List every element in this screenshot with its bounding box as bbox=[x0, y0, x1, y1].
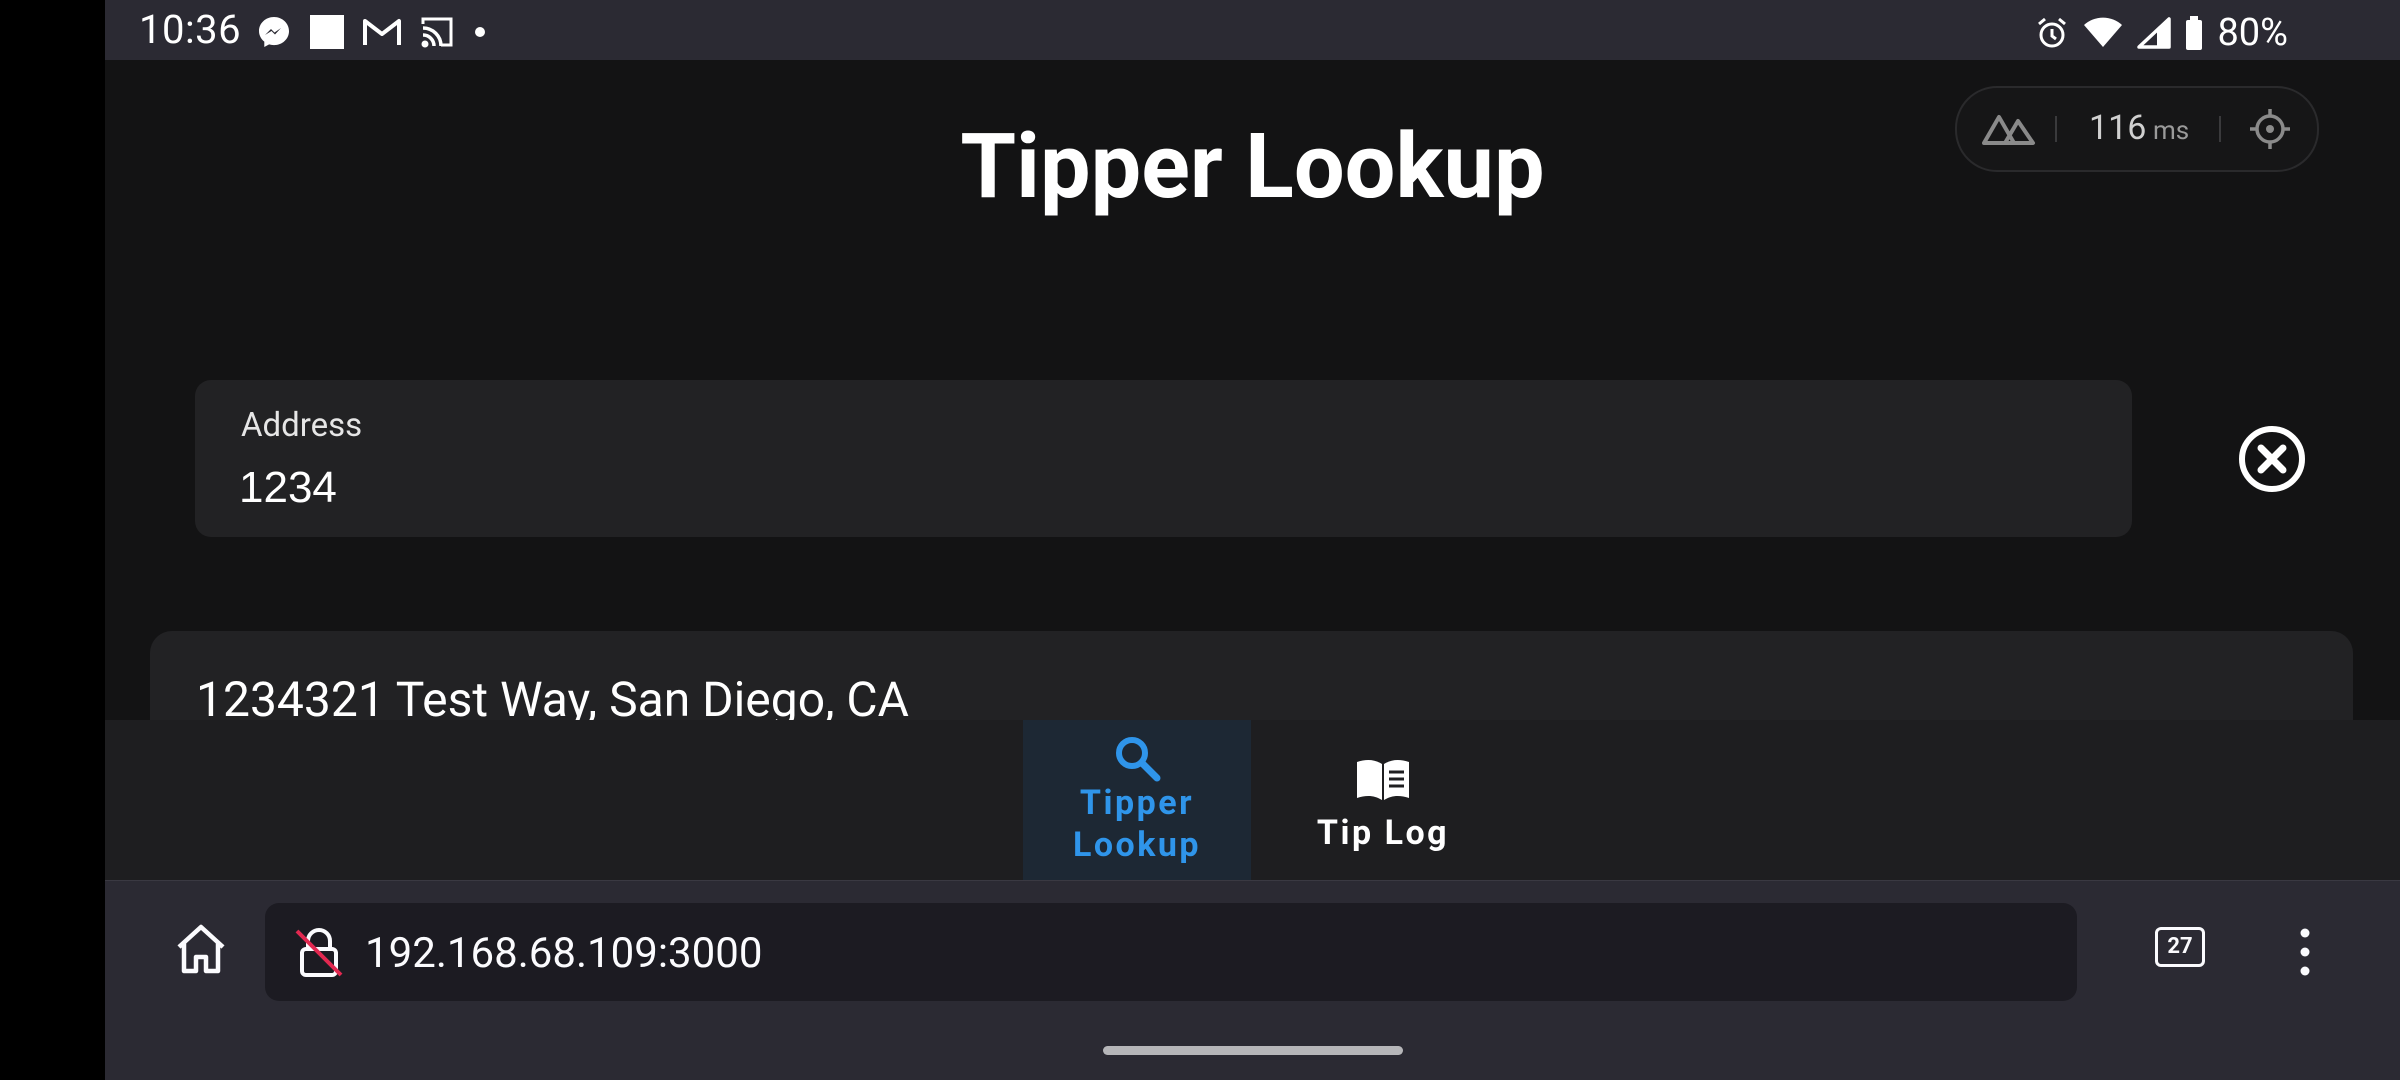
alarm-icon bbox=[2038, 17, 2067, 48]
crosshair-icon[interactable] bbox=[2247, 106, 2293, 152]
page-content: Tipper Lookup 116 ms Address 1234321 Tes… bbox=[105, 60, 2400, 771]
cast-icon bbox=[421, 17, 453, 48]
wifi-icon bbox=[2084, 17, 2123, 47]
address-input[interactable] bbox=[239, 458, 2039, 518]
status-time: 10:36 bbox=[139, 6, 242, 53]
square-notification-icon bbox=[310, 15, 344, 49]
perf-widget[interactable]: 116 ms bbox=[1955, 86, 2319, 172]
nav-tipper-lookup-label: Tipper Lookup bbox=[1072, 783, 1202, 865]
gmail-icon bbox=[363, 19, 401, 45]
perf-ms-value: 116 bbox=[2089, 108, 2147, 148]
gesture-handle[interactable] bbox=[1103, 1046, 1403, 1055]
browser-toolbar: 192.168.68.109:3000 27 bbox=[105, 880, 2400, 1080]
notification-icons bbox=[257, 14, 487, 50]
url-bar[interactable]: 192.168.68.109:3000 bbox=[265, 903, 2077, 1001]
address-label: Address bbox=[241, 406, 363, 445]
phone-screen: 10:36 80% Tipper Lookup 116 ms Address 1… bbox=[105, 0, 2400, 1080]
signal-icon bbox=[2137, 17, 2172, 49]
search-icon bbox=[1116, 737, 1161, 782]
address-field[interactable]: Address bbox=[195, 380, 2132, 537]
status-bar: 10:36 80% bbox=[105, 0, 2400, 60]
nav-tipper-lookup[interactable]: Tipper Lookup bbox=[1023, 720, 1251, 880]
home-icon[interactable] bbox=[173, 921, 229, 977]
nav-tip-log-label: Tip Log bbox=[1316, 813, 1450, 853]
battery-icon bbox=[2186, 16, 2203, 50]
system-icons: 80% bbox=[2035, 14, 2288, 52]
url-text: 192.168.68.109:3000 bbox=[365, 929, 763, 978]
battery-percent: 80% bbox=[2217, 11, 2288, 55]
insecure-lock-icon[interactable] bbox=[291, 925, 347, 981]
tabs-counter-button[interactable]: 27 bbox=[2155, 927, 2205, 967]
perf-divider bbox=[2055, 116, 2057, 142]
nav-tip-log[interactable]: Tip Log bbox=[1283, 720, 1483, 880]
perf-divider bbox=[2219, 116, 2221, 142]
perf-ms-unit: ms bbox=[2153, 116, 2190, 146]
book-icon bbox=[1357, 759, 1409, 800]
messenger-icon bbox=[259, 17, 289, 47]
bottom-navigation: Tipper Lookup Tip Log bbox=[105, 720, 2400, 880]
nuxt-logo-icon bbox=[1982, 115, 2035, 145]
more-menu-icon[interactable] bbox=[2287, 925, 2323, 979]
dot-icon bbox=[475, 27, 485, 37]
clear-icon[interactable] bbox=[2235, 422, 2309, 496]
